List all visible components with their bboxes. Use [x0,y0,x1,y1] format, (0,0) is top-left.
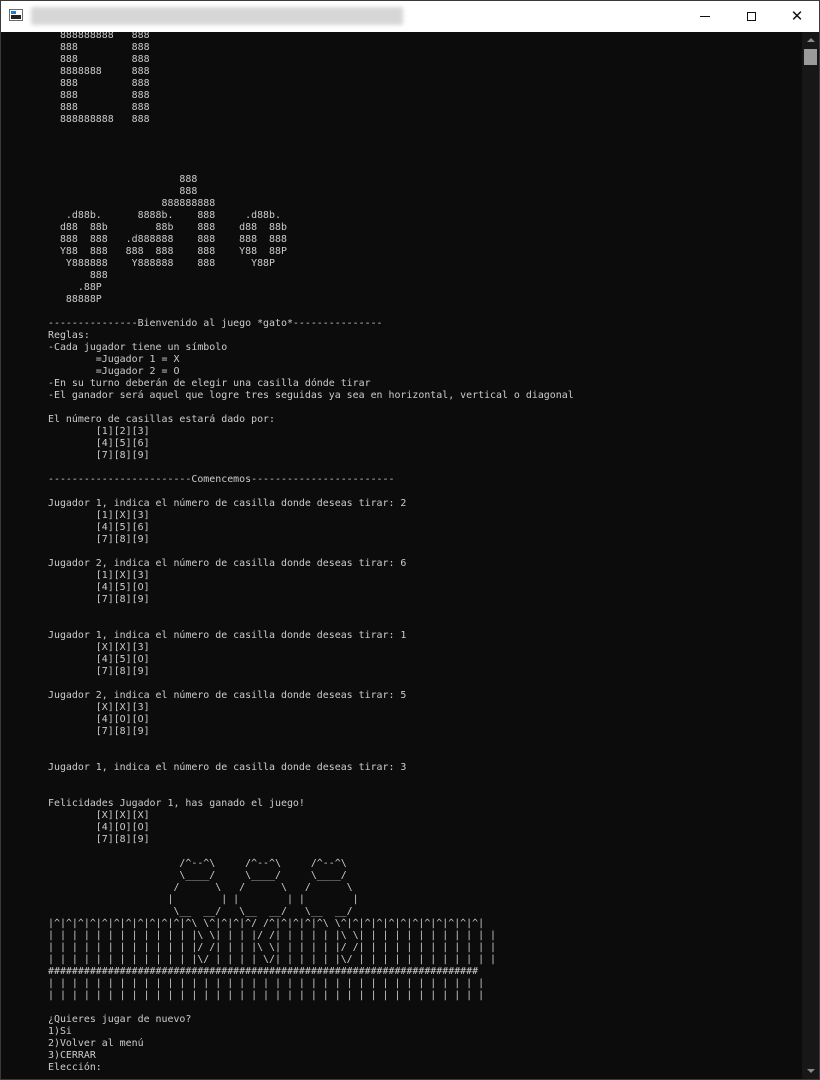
minimize-icon [700,16,710,17]
close-icon: ✕ [790,7,804,25]
scroll-thumb[interactable] [804,49,817,65]
window-title [31,7,403,25]
console-app-icon [9,9,23,21]
scroll-down-arrow-icon[interactable] [802,1063,819,1079]
vertical-scrollbar[interactable] [802,32,819,1079]
title-bar[interactable]: ✕ [1,1,819,32]
maximize-icon [746,12,756,21]
console-window: ✕ 888888888 888 888 888 888 888 8888888 … [0,0,820,1080]
close-button[interactable]: ✕ [774,1,820,32]
console-text: 888888888 888 888 888 888 888 8888888 88… [48,32,574,1073]
maximize-button[interactable] [728,1,774,32]
scroll-up-arrow-icon[interactable] [802,32,819,48]
console-output[interactable]: 888888888 888 888 888 888 888 8888888 88… [1,32,801,1079]
minimize-button[interactable] [682,1,728,32]
